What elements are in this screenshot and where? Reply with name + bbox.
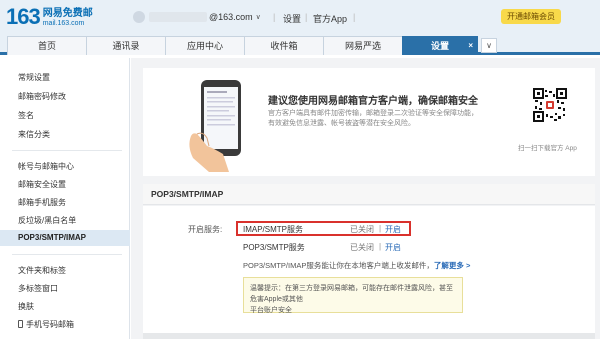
avatar xyxy=(133,11,145,23)
sidebar: 常规设置 邮箱密码修改 签名 来信分类 帐号与邮箱中心 邮箱安全设置 邮箱手机服… xyxy=(0,58,130,339)
service-info-text: POP3/SMTP/IMAP服务能让你在本地客户端上收发邮件， xyxy=(243,261,434,270)
main-content: 建议您使用网易邮箱官方客户端，确保邮箱安全 官方客户端具有邮件加密传输，邮箱登录… xyxy=(131,58,600,339)
banner-description: 官方客户端具有邮件加密传输，邮箱登录二次验证等安全保障功能，有效避免信息泄露、帐… xyxy=(268,110,478,127)
sidebar-item-folders[interactable]: 文件夹和标签 xyxy=(18,265,66,276)
phone-in-hand-illustration xyxy=(189,80,241,172)
pop3-service-status: 已关闭 xyxy=(350,243,374,252)
open-service-label: 开启服务: xyxy=(188,225,223,234)
qr-code xyxy=(533,88,567,122)
sidebar-item-phone-mail-label: 手机号码邮箱 xyxy=(26,320,74,329)
sidebar-item-pop3[interactable]: POP3/SMTP/IMAP xyxy=(0,230,130,246)
close-icon[interactable]: × xyxy=(468,37,473,55)
tab-contacts[interactable]: 通讯录 xyxy=(86,36,166,55)
user-name-blurred xyxy=(149,12,207,22)
chevron-down-icon[interactable]: ∨ xyxy=(256,13,261,21)
separator: | xyxy=(379,242,382,251)
sidebar-item-account-center[interactable]: 帐号与邮箱中心 xyxy=(18,161,74,172)
logo-text: 网易免费邮 mail.163.com xyxy=(43,8,93,28)
sidebar-divider xyxy=(12,254,122,255)
sidebar-item-password[interactable]: 邮箱密码修改 xyxy=(18,91,66,102)
qr-caption: 扫一扫下载官方 App xyxy=(518,145,577,152)
sidebar-divider xyxy=(12,150,122,151)
logo-name: 网易免费邮 xyxy=(42,8,93,19)
tip-line-2: 平台账户安全 xyxy=(250,307,292,314)
user-email: @163.com xyxy=(209,12,253,22)
tab-yanxuan[interactable]: 网易严选 xyxy=(323,36,403,55)
sidebar-item-mobile-service[interactable]: 邮箱手机服务 xyxy=(18,197,66,208)
tab-bar: 首页 通讯录 应用中心 收件箱 网易严选 设置 × ∨ xyxy=(0,36,600,55)
settings-link[interactable]: 设置 xyxy=(283,12,301,25)
pop3-enable-link[interactable]: 开启 xyxy=(385,242,401,253)
phone-icon xyxy=(18,320,23,328)
sidebar-item-mail-filter[interactable]: 来信分类 xyxy=(18,129,50,140)
divider: | xyxy=(353,12,356,22)
pop3-service-name: POP3/SMTP服务 xyxy=(243,243,305,252)
sidebar-item-signature[interactable]: 签名 xyxy=(18,110,34,121)
official-app-link[interactable]: 官方App xyxy=(313,12,347,25)
sidebar-item-blacklist[interactable]: 反垃圾/黑白名单 xyxy=(18,215,76,226)
service-info: POP3/SMTP/IMAP服务能让你在本地客户端上收发邮件，了解更多 > xyxy=(243,260,470,271)
separator: | xyxy=(379,224,382,233)
tip-line-1: 温馨提示：在第三方登录网易邮箱，可能存在邮件泄露风险，甚至危害Apple或其他 xyxy=(250,285,453,303)
user-menu[interactable]: @163.com ∨ xyxy=(133,11,261,23)
imap-service-name: IMAP/SMTP服务 xyxy=(243,225,304,234)
imap-enable-link[interactable]: 开启 xyxy=(385,224,401,235)
imap-service-status: 已关闭 xyxy=(350,225,374,234)
tab-settings[interactable]: 设置 × xyxy=(402,36,478,55)
sidebar-item-phone-mail[interactable]: 手机号码邮箱 xyxy=(18,319,74,330)
tab-inbox[interactable]: 收件箱 xyxy=(244,36,324,55)
sidebar-item-skin[interactable]: 换肤 xyxy=(18,301,34,312)
divider: | xyxy=(273,12,276,22)
learn-more-link[interactable]: 了解更多 > xyxy=(434,261,470,270)
top-bar: 163 网易免费邮 mail.163.com @163.com ∨ | 设置 |… xyxy=(0,0,600,36)
tab-app-center[interactable]: 应用中心 xyxy=(165,36,245,55)
tab-home[interactable]: 首页 xyxy=(7,36,87,55)
divider: | xyxy=(305,12,308,22)
tab-settings-label: 设置 xyxy=(430,41,449,51)
logo[interactable]: 163 网易免费邮 mail.163.com xyxy=(6,5,93,29)
banner-title: 建议您使用网易邮箱官方客户端，确保邮箱安全 xyxy=(268,96,478,107)
sidebar-item-security[interactable]: 邮箱安全设置 xyxy=(18,179,66,190)
sidebar-item-general[interactable]: 常规设置 xyxy=(18,72,50,83)
bottom-divider xyxy=(143,333,595,339)
vip-button[interactable]: 开通邮箱会员 xyxy=(501,9,561,24)
logo-number: 163 xyxy=(6,4,41,29)
tab-more-button[interactable]: ∨ xyxy=(481,38,497,53)
sidebar-item-multi-tab[interactable]: 多标签窗口 xyxy=(18,283,58,294)
client-banner: 建议您使用网易邮箱官方客户端，确保邮箱安全 官方客户端具有邮件加密传输，邮箱登录… xyxy=(143,68,595,176)
pop3-settings-panel: 开启服务: IMAP/SMTP服务 已关闭 | 开启 POP3/SMTP服务 已… xyxy=(143,206,595,339)
section-title: POP3/SMTP/IMAP xyxy=(143,184,595,205)
warning-tip: 温馨提示：在第三方登录网易邮箱，可能存在邮件泄露风险，甚至危害Apple或其他 … xyxy=(243,277,463,314)
logo-domain: mail.163.com xyxy=(42,20,85,27)
